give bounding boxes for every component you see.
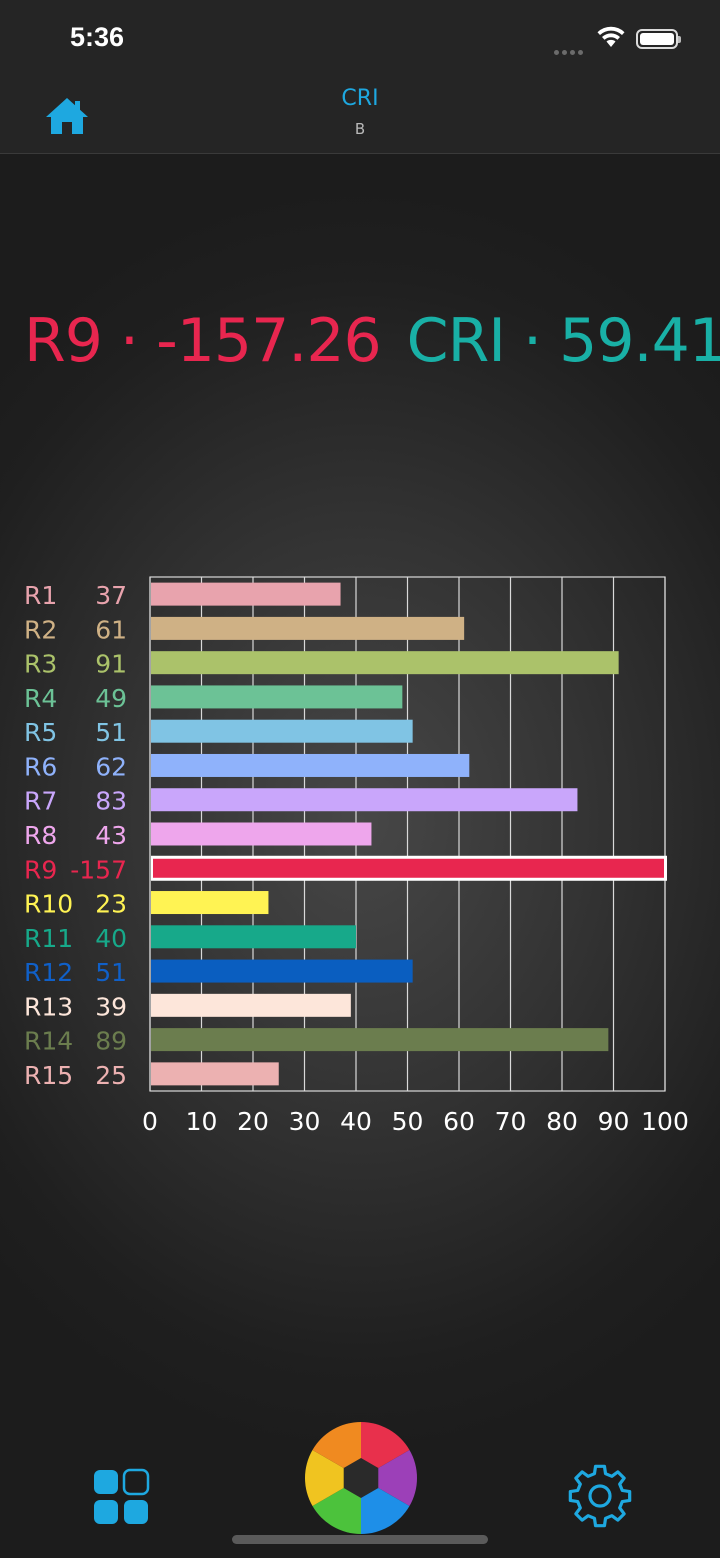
value-label: 43 [95,821,127,850]
x-tick-label: 100 [641,1107,689,1136]
value-label: 39 [95,992,127,1021]
category-label: R5 [24,718,57,747]
cri-bar-chart: R1 37 R2 61 R3 91 R4 49 R5 51 R6 62 R7 83 R8 43 R9 -157 R1… [24,576,689,1136]
x-tick-label: 60 [443,1107,475,1136]
bar [151,788,578,812]
bar [153,858,664,878]
x-tick-label: 0 [142,1107,158,1136]
grid-icon[interactable] [92,1468,150,1526]
cri-readout: CRI · 59.41 [406,306,720,376]
x-tick-label: 10 [186,1107,218,1136]
x-tick-label: 50 [392,1107,424,1136]
value-label: 51 [95,718,127,747]
bar [151,1028,609,1052]
value-label: -157 [70,855,127,884]
value-label: 23 [95,890,127,919]
value-label: 51 [95,958,127,987]
camera-shutter-icon[interactable] [303,1420,419,1536]
value-label: 49 [95,684,127,713]
category-label: R3 [24,650,57,679]
status-time: 5:36 [70,22,125,52]
value-label: 62 [95,752,127,781]
home-indicator [232,1535,488,1544]
bar [151,822,372,846]
category-label: R2 [24,615,57,644]
x-tick-label: 30 [289,1107,321,1136]
x-tick-label: 40 [340,1107,372,1136]
category-label: R4 [24,684,57,713]
cellular-signal-icon [554,40,586,59]
x-tick-label: 80 [546,1107,578,1136]
navigation-bar: CRI B [0,78,720,154]
category-label: R11 [24,924,73,953]
bar [151,651,619,675]
bar [151,959,413,983]
gear-icon[interactable] [566,1462,634,1530]
x-tick-label: 70 [495,1107,527,1136]
value-label: 61 [95,615,127,644]
bar [151,891,269,915]
category-label: R12 [24,958,73,987]
bar [151,719,413,743]
value-label: 89 [95,1027,127,1056]
status-bar: 5:36 [0,0,720,78]
headline-readout: R9 · -157.26 CRI · 59.41 [24,306,720,376]
category-label: R7 [24,787,57,816]
value-label: 91 [95,650,127,679]
category-label: R14 [24,1027,73,1056]
page-subtitle: B [354,120,366,138]
value-label: 83 [95,787,127,816]
bar [151,993,351,1017]
page-title: CRI [341,86,379,111]
value-label: 40 [95,924,127,953]
battery-icon [636,29,681,49]
value-label: 25 [95,1061,127,1090]
category-label: R1 [24,581,57,610]
x-tick-label: 90 [598,1107,630,1136]
x-tick-label: 20 [237,1107,269,1136]
category-label: R9 [24,855,57,884]
r9-readout: R9 · -157.26 [24,306,382,376]
bar [151,1062,279,1086]
value-label: 37 [95,581,127,610]
category-label: R10 [24,890,73,919]
category-label: R13 [24,992,73,1021]
category-label: R6 [24,752,57,781]
bar [151,685,403,709]
bar [151,753,470,777]
wifi-icon [597,26,625,47]
bar [151,925,356,949]
category-label: R15 [24,1061,73,1090]
category-label: R8 [24,821,57,850]
bar [151,616,465,640]
bar [151,582,341,606]
